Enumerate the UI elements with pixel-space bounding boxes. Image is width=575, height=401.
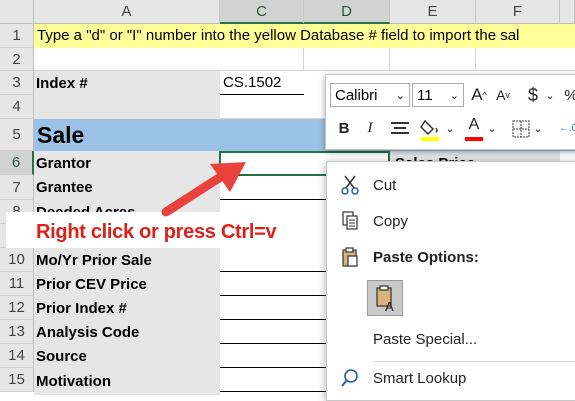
row-header-5[interactable]: 5 bbox=[0, 119, 34, 151]
currency-format-button[interactable]: $ bbox=[522, 83, 544, 107]
smart-lookup-icon bbox=[327, 368, 373, 388]
index-label: Index # bbox=[34, 71, 220, 95]
gridline bbox=[389, 48, 390, 71]
menu-item-label: Paste Options: bbox=[373, 248, 479, 266]
menu-item-paste-options: Paste Options: bbox=[327, 242, 575, 272]
row-header-1[interactable]: 1 bbox=[0, 24, 34, 48]
paste-keep-formatting-icon[interactable]: A bbox=[367, 280, 403, 316]
align-center-icon[interactable] bbox=[388, 119, 412, 139]
arrow-to-cell-icon bbox=[161, 162, 246, 217]
row-header-15[interactable]: 15 bbox=[0, 368, 34, 392]
index-underline bbox=[220, 94, 304, 95]
gridline bbox=[303, 48, 304, 71]
mini-toolbar: Calibri ⌄ 11 ⌄ A^ Av $ ⌄ % B I ⌄ A ⌄ ⌄ ←… bbox=[325, 74, 575, 150]
font-size-value: 11 bbox=[417, 86, 433, 104]
row-header-11[interactable]: 11 bbox=[0, 272, 34, 296]
field-label-prior-cev: Prior CEV Price bbox=[34, 272, 220, 296]
field-label-motivation: Motivation bbox=[34, 368, 220, 395]
row-header-2[interactable]: 2 bbox=[0, 48, 34, 71]
column-header-d[interactable]: D bbox=[304, 0, 390, 24]
italic-icon[interactable]: I bbox=[358, 115, 382, 141]
row-header-14[interactable]: 14 bbox=[0, 344, 34, 368]
instruction-banner: Type a "d" or "I" number into the yellow… bbox=[34, 24, 575, 48]
font-name-value: Calibri bbox=[335, 86, 378, 104]
svg-text:A: A bbox=[385, 299, 394, 314]
menu-item-paste-special[interactable]: Paste Special... bbox=[327, 324, 575, 354]
scissors-icon bbox=[327, 174, 373, 196]
menu-separator bbox=[373, 361, 575, 362]
gridline bbox=[475, 48, 476, 71]
column-header-c[interactable]: C bbox=[220, 0, 304, 24]
chevron-down-icon[interactable]: ⌄ bbox=[444, 115, 456, 141]
menu-item-label: Copy bbox=[373, 212, 409, 230]
borders-icon[interactable] bbox=[510, 119, 532, 139]
row-header-4[interactable]: 4 bbox=[0, 95, 34, 119]
chevron-down-icon[interactable]: ⌄ bbox=[544, 83, 556, 107]
increase-decimal-icon[interactable]: ←.0 bbox=[554, 115, 575, 141]
fill-color-icon[interactable] bbox=[418, 115, 444, 143]
chevron-down-icon: ⌄ bbox=[395, 89, 405, 102]
menu-item-label: Paste Special... bbox=[373, 330, 478, 348]
menu-item-cut[interactable]: Cut bbox=[327, 170, 575, 200]
row-header-10[interactable]: 10 bbox=[0, 248, 34, 272]
column-header-e[interactable]: E bbox=[390, 0, 476, 24]
column-header-f[interactable]: F bbox=[476, 0, 560, 24]
menu-item-smart-lookup[interactable]: Smart Lookup bbox=[327, 363, 575, 393]
row-header-12[interactable]: 12 bbox=[0, 296, 34, 320]
menu-item-copy[interactable]: Copy bbox=[327, 206, 575, 236]
row-header-3[interactable]: 3 bbox=[0, 71, 34, 95]
callout-text: Right click or press Ctrl=v bbox=[36, 221, 277, 243]
chevron-down-icon: ⌄ bbox=[449, 89, 459, 102]
select-all-corner[interactable] bbox=[0, 0, 34, 24]
menu-item-label: Smart Lookup bbox=[373, 369, 467, 387]
percent-format-icon[interactable]: % bbox=[560, 83, 575, 107]
row-header-13[interactable]: 13 bbox=[0, 320, 34, 344]
font-color-icon[interactable]: A bbox=[462, 115, 486, 143]
field-label-source: Source bbox=[34, 344, 220, 368]
label-cell bbox=[34, 95, 220, 119]
increase-font-icon[interactable]: A ^ bbox=[468, 83, 490, 107]
copy-icon bbox=[327, 210, 373, 232]
chevron-down-icon[interactable]: ⌄ bbox=[532, 115, 544, 141]
row-header-6[interactable]: 6 bbox=[0, 151, 34, 175]
bold-icon[interactable]: B bbox=[332, 115, 356, 141]
index-value-cell[interactable]: CS.1502 bbox=[220, 71, 304, 95]
chevron-down-icon[interactable]: ⌄ bbox=[486, 115, 498, 141]
clipboard-icon bbox=[327, 246, 373, 268]
font-name-dropdown[interactable]: Calibri ⌄ bbox=[330, 83, 410, 107]
column-header-a[interactable]: A bbox=[34, 0, 220, 24]
menu-item-label: Cut bbox=[373, 176, 397, 194]
font-size-dropdown[interactable]: 11 ⌄ bbox=[412, 83, 464, 107]
field-label-prior-sale: Mo/Yr Prior Sale bbox=[34, 248, 220, 272]
context-menu: Cut Copy Paste Options: A Paste Special.… bbox=[326, 161, 575, 401]
field-label-prior-index: Prior Index # bbox=[34, 296, 220, 320]
field-label-analysis-code: Analysis Code bbox=[34, 320, 220, 344]
row-header-7[interactable]: 7 bbox=[0, 175, 34, 200]
column-header-g[interactable] bbox=[560, 0, 575, 24]
decrease-font-icon[interactable]: Av bbox=[492, 83, 514, 107]
